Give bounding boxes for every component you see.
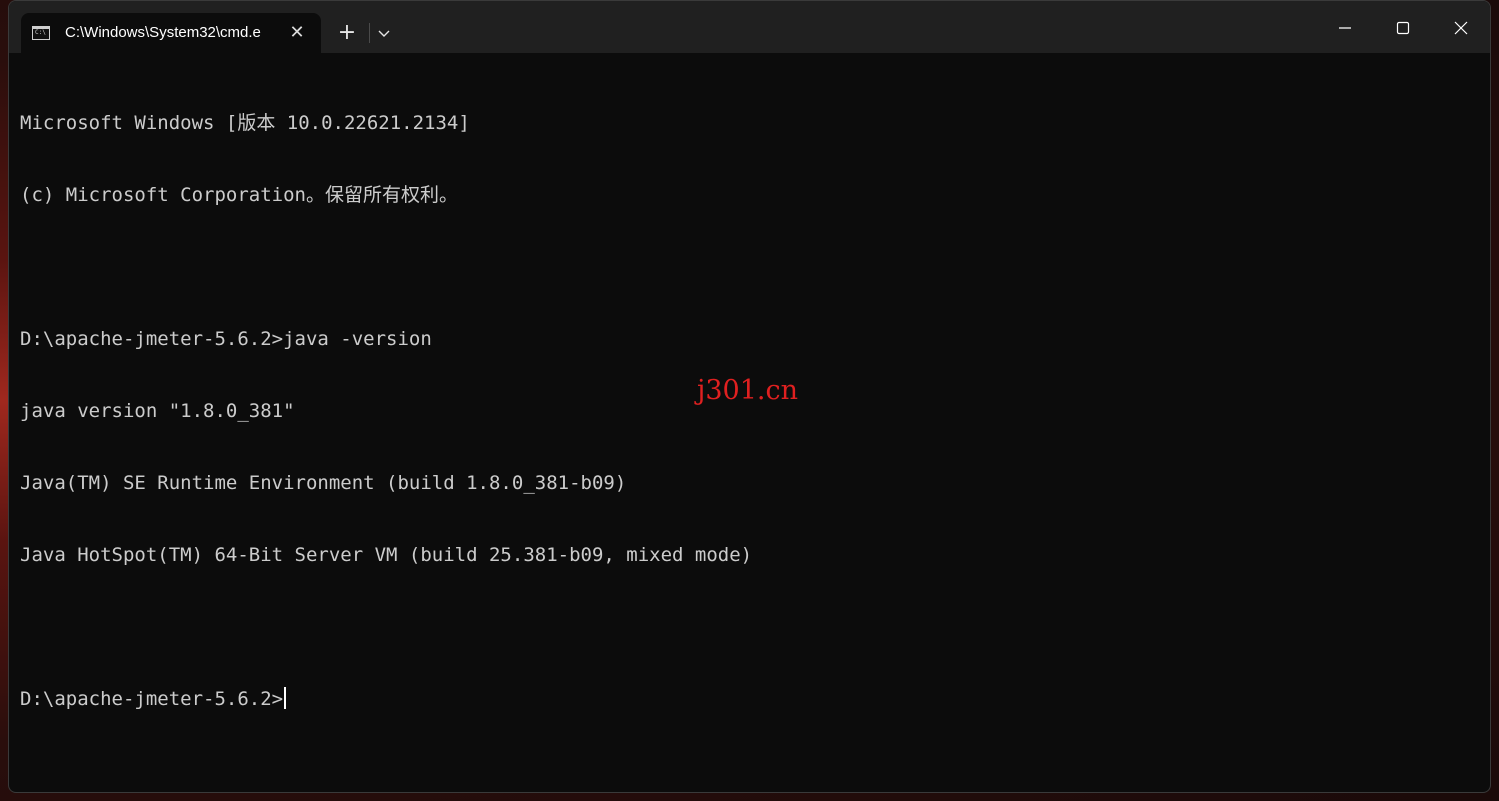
- close-button[interactable]: [1432, 1, 1490, 53]
- terminal-icon: C:\: [32, 26, 50, 40]
- minimize-button[interactable]: [1316, 1, 1374, 53]
- close-icon: [1454, 21, 1468, 35]
- console-line: D:\apache-jmeter-5.6.2>java -version: [20, 328, 432, 350]
- plus-icon[interactable]: +: [331, 17, 363, 49]
- tab-title: C:\Windows\System32\cmd.e: [65, 24, 261, 41]
- console-line: Java HotSpot(TM) 64-Bit Server VM (build…: [20, 544, 753, 566]
- text-cursor: [284, 687, 287, 709]
- maximize-icon: [1396, 21, 1410, 35]
- tab-divider: [369, 23, 370, 43]
- console-line: (c) Microsoft Corporation。保留所有权利。: [20, 184, 458, 206]
- console-prompt: D:\apache-jmeter-5.6.2>: [20, 688, 284, 710]
- console-output[interactable]: Microsoft Windows [版本 10.0.22621.2134] (…: [20, 63, 1480, 783]
- tab-cmd[interactable]: C:\ C:\Windows\System32\cmd.e ✕: [21, 13, 321, 53]
- console-prompt-line[interactable]: D:\apache-jmeter-5.6.2>: [20, 687, 1480, 711]
- chevron-down-icon[interactable]: [371, 17, 397, 49]
- tab-close-icon[interactable]: ✕: [287, 23, 307, 43]
- console-line: Java(TM) SE Runtime Environment (build 1…: [20, 472, 627, 494]
- maximize-button[interactable]: [1374, 1, 1432, 53]
- title-bar[interactable]: C:\ C:\Windows\System32\cmd.e ✕ +: [9, 1, 1490, 53]
- console-line: Microsoft Windows [版本 10.0.22621.2134]: [20, 112, 470, 134]
- minimize-icon: [1339, 27, 1351, 29]
- watermark: j301.cn: [697, 375, 798, 406]
